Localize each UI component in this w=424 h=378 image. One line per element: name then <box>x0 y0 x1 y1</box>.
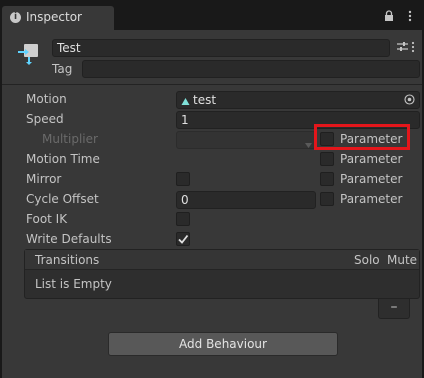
motion-time-parameter-checkbox[interactable] <box>320 152 334 166</box>
cycle-offset-label: Cycle Offset <box>26 192 99 206</box>
info-icon: i <box>10 12 21 23</box>
multiplier-label: Multiplier <box>42 132 98 146</box>
remove-transition-button[interactable]: – <box>378 299 410 319</box>
foot-ik-label: Foot IK <box>26 212 68 226</box>
state-node-icon <box>16 40 42 66</box>
transitions-list: Transitions Solo Mute List is Empty <box>24 249 420 299</box>
mirror-label: Mirror <box>26 172 62 186</box>
preset-icon[interactable] <box>397 41 408 55</box>
speed-label: Speed <box>26 112 64 126</box>
mirror-checkbox[interactable] <box>176 172 190 186</box>
lock-icon[interactable] <box>383 10 395 22</box>
add-behaviour-button[interactable]: Add Behaviour <box>108 332 338 356</box>
transitions-title: Transitions <box>35 253 100 267</box>
multiplier-dropdown <box>176 131 316 149</box>
tab-tools <box>383 10 416 22</box>
foot-ik-checkbox[interactable] <box>176 212 190 226</box>
write-defaults-label: Write Defaults <box>26 232 112 246</box>
motion-label: Motion <box>26 92 67 106</box>
motion-field[interactable]: test <box>176 91 420 109</box>
mirror-parameter-label: Parameter <box>340 172 403 186</box>
mirror-parameter-checkbox[interactable] <box>320 172 334 186</box>
state-name-field[interactable]: Test <box>52 39 390 57</box>
cycle-offset-parameter-checkbox[interactable] <box>320 192 334 206</box>
cycle-offset-field[interactable]: 0 <box>176 191 316 209</box>
object-picker-icon[interactable] <box>404 94 415 108</box>
tag-field[interactable] <box>82 60 420 78</box>
header-separator <box>2 84 422 85</box>
inspector-panel: Test Tag Motion test Speed 1 Multiplier … <box>2 30 422 378</box>
animation-clip-icon <box>181 95 190 109</box>
solo-column-header: Solo <box>354 253 380 267</box>
tab-title: Inspector <box>26 10 82 24</box>
motion-time-parameter-label: Parameter <box>340 152 403 166</box>
tag-label: Tag <box>52 62 73 76</box>
tab-bar: i Inspector <box>0 0 424 30</box>
dropdown-arrow-icon <box>305 137 312 151</box>
cycle-offset-parameter-label: Parameter <box>340 192 403 206</box>
write-defaults-checkbox[interactable] <box>176 232 190 246</box>
checkmark-icon <box>178 234 189 244</box>
component-menu-icon[interactable] <box>410 41 416 56</box>
mute-column-header: Mute <box>387 253 418 267</box>
motion-time-label: Motion Time <box>26 152 100 166</box>
motion-value: test <box>193 93 217 107</box>
tab-inspector[interactable]: i Inspector <box>2 6 114 30</box>
highlight-annotation-box <box>314 124 410 150</box>
list-empty-text: List is Empty <box>35 277 112 291</box>
kebab-menu-icon[interactable] <box>404 10 416 22</box>
transitions-header: Transitions Solo Mute <box>25 250 419 270</box>
